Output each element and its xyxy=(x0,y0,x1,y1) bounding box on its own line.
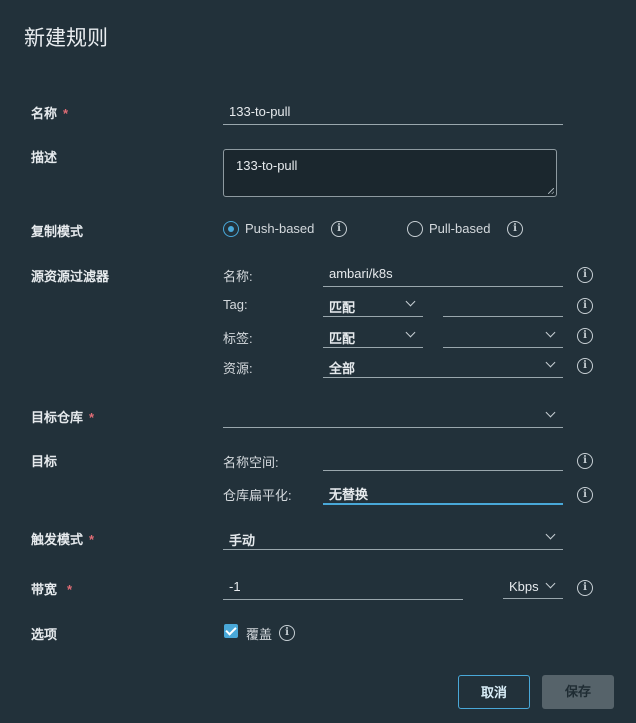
resource-select-underline xyxy=(323,377,563,378)
flatten-label: 仓库扁平化: xyxy=(223,488,292,503)
filter-name-info-icon[interactable]: i xyxy=(577,267,593,283)
trigger-mode-label: 触发模式 * xyxy=(31,532,95,547)
tag-input-underline xyxy=(443,316,563,317)
filter-name-label: 名称: xyxy=(223,269,253,284)
labels-match-select[interactable]: 匹配 xyxy=(329,328,355,347)
save-button[interactable]: 保存 xyxy=(542,675,614,709)
filter-name-underline xyxy=(323,286,563,287)
chevron-down-icon[interactable] xyxy=(545,578,556,589)
tag-match-underline xyxy=(323,316,423,317)
description-textarea[interactable]: 133-to-pull xyxy=(223,149,557,197)
namespace-underline xyxy=(323,470,563,471)
target-label: 目标 xyxy=(31,454,58,469)
bandwidth-input[interactable]: -1 xyxy=(229,579,241,594)
source-filter-label: 源资源过滤器 xyxy=(31,269,110,284)
tag-match-select[interactable]: 匹配 xyxy=(329,297,355,316)
namespace-info-icon[interactable]: i xyxy=(577,453,593,469)
push-based-radio[interactable] xyxy=(223,221,239,237)
flatten-select-underline xyxy=(323,503,563,505)
labels-label: 标签: xyxy=(223,331,253,346)
resource-label: 资源: xyxy=(223,361,253,376)
bandwidth-unit-underline xyxy=(503,598,563,599)
labels-match-underline xyxy=(323,347,423,348)
push-based-info-icon[interactable]: i xyxy=(331,221,347,237)
bandwidth-unit-select[interactable]: Kbps xyxy=(509,579,539,594)
override-info-icon[interactable]: i xyxy=(279,625,295,641)
chevron-down-icon[interactable] xyxy=(545,407,556,418)
resize-grip-icon[interactable] xyxy=(548,188,554,194)
tag-info-icon[interactable]: i xyxy=(577,298,593,314)
pull-based-label[interactable]: Pull-based xyxy=(429,221,490,236)
description-text: 133-to-pull xyxy=(236,158,298,173)
name-label: 名称 * xyxy=(31,106,69,121)
resource-select[interactable]: 全部 xyxy=(329,358,355,377)
target-registry-underline xyxy=(223,427,563,428)
new-rule-dialog: 新建规则 名称 * 133-to-pull 描述 133-to-pull 复制模式… xyxy=(0,0,636,723)
chevron-down-icon[interactable] xyxy=(545,529,556,540)
filter-name-input[interactable]: ambari/k8s xyxy=(329,266,393,281)
namespace-label: 名称空间: xyxy=(223,455,279,470)
push-based-label[interactable]: Push-based xyxy=(245,221,314,236)
pull-based-info-icon[interactable]: i xyxy=(507,221,523,237)
labels-info-icon[interactable]: i xyxy=(577,328,593,344)
description-label: 描述 xyxy=(31,150,58,165)
name-input-underline xyxy=(223,124,563,125)
chevron-down-icon[interactable] xyxy=(545,327,556,338)
bandwidth-label: 带宽 * xyxy=(31,582,73,597)
chevron-down-icon[interactable] xyxy=(405,296,416,307)
trigger-mode-select[interactable]: 手动 xyxy=(229,530,255,549)
override-checkbox[interactable] xyxy=(224,624,238,638)
bandwidth-info-icon[interactable]: i xyxy=(577,580,593,596)
replication-mode-label: 复制模式 xyxy=(31,224,84,239)
target-registry-label: 目标仓库 * xyxy=(31,410,95,425)
flatten-info-icon[interactable]: i xyxy=(577,487,593,503)
labels-select-underline xyxy=(443,347,563,348)
flatten-select[interactable]: 无替换 xyxy=(329,484,368,503)
bandwidth-underline xyxy=(223,599,463,600)
chevron-down-icon[interactable] xyxy=(545,357,556,368)
tag-label: Tag: xyxy=(223,297,248,312)
dialog-title: 新建规则 xyxy=(24,27,108,50)
trigger-mode-underline xyxy=(223,549,563,550)
resource-info-icon[interactable]: i xyxy=(577,358,593,374)
override-label[interactable]: 覆盖 xyxy=(246,624,272,643)
cancel-button[interactable]: 取消 xyxy=(458,675,530,709)
pull-based-radio[interactable] xyxy=(407,221,423,237)
options-label: 选项 xyxy=(31,627,58,642)
name-input[interactable]: 133-to-pull xyxy=(229,104,290,119)
chevron-down-icon[interactable] xyxy=(405,327,416,338)
